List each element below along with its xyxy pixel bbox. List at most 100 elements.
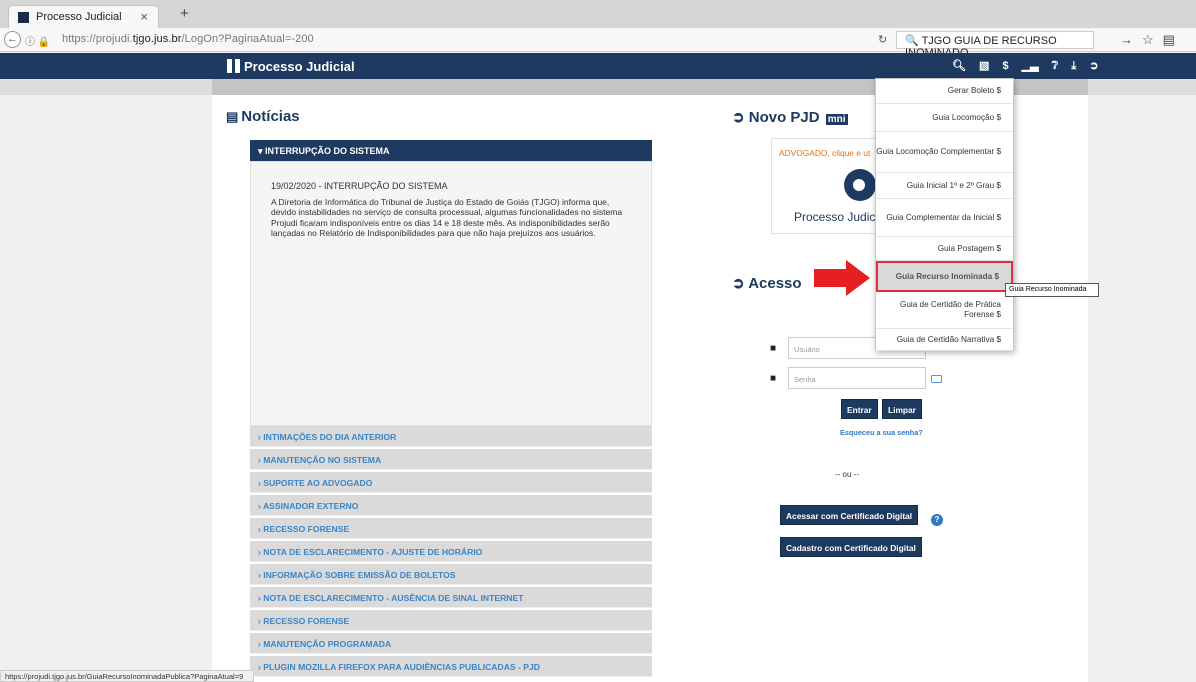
- news-body-text: A Diretoria de Informática do Tribunal d…: [271, 196, 623, 239]
- url-path: /LogOn?PaginaAtual=-200: [181, 33, 314, 45]
- news-list-item[interactable]: › INFORMAÇÃO SOBRE EMISSÃO DE BOLETOS: [250, 564, 652, 585]
- menu-item[interactable]: Guia Complementar da Inicial $: [876, 199, 1013, 237]
- lock-icon: ■: [770, 373, 777, 384]
- menu-item[interactable]: Guia Locomoção Complementar $: [876, 132, 1013, 173]
- login-heading: ➲ Acesso: [732, 275, 802, 292]
- browser-tab[interactable]: Processo Judicial ×: [8, 5, 159, 28]
- tab-title: Processo Judicial: [36, 11, 122, 23]
- clear-button[interactable]: Limpar: [882, 399, 922, 419]
- news-list-item-label: NOTA DE ESCLARECIMENTO - AJUSTE DE HORÁR…: [263, 547, 483, 557]
- cert-register-button[interactable]: Cadastro com Certificado Digital: [780, 537, 922, 557]
- news-item-open-title: INTERRUPÇÃO DO SISTEMA: [265, 146, 390, 156]
- news-list-item-label: INFORMAÇÃO SOBRE EMISSÃO DE BOLETOS: [263, 570, 456, 580]
- logout-icon[interactable]: ➲: [1089, 59, 1098, 72]
- menu-item[interactable]: Guia Postagem $: [876, 237, 1013, 261]
- news-list-item-label: RECESSO FORENSE: [263, 524, 350, 534]
- menu-item-label: Gerar Boleto $: [947, 86, 1001, 95]
- site-favicon-icon: [18, 12, 29, 23]
- news-list-item-label: PLUGIN MOZILLA FIREFOX PARA AUDIÊNCIAS P…: [263, 662, 541, 672]
- mni-badge: mni: [825, 114, 848, 125]
- menu-item-label: Guia de Certidão Narrativa $: [896, 334, 1001, 344]
- news-list-item-label: MANUTENÇÃO NO SISTEMA: [263, 455, 382, 465]
- pjd-logo-text: Processo Judic: [794, 210, 876, 224]
- status-bar-url: https://projudi.tjgo.jus.br/GuiaRecursoI…: [0, 670, 254, 682]
- sub-header-bar: [0, 79, 1196, 95]
- menu-item[interactable]: Guia de Certidão de Prática Forense $: [876, 292, 1013, 329]
- menu-item-label: Guia Recurso Inominada $: [895, 271, 999, 281]
- enter-button[interactable]: Entrar: [841, 399, 878, 419]
- news-list-item-label: RECESSO FORENSE: [263, 616, 350, 626]
- site-title[interactable]: Processo Judicial: [244, 59, 355, 74]
- cert-access-button[interactable]: Acessar com Certificado Digital: [780, 505, 919, 525]
- virtual-keyboard-icon[interactable]: [931, 375, 942, 383]
- news-heading: ▤ Notícias: [226, 108, 300, 125]
- forward-icon[interactable]: →: [1120, 32, 1142, 47]
- news-list-item-label: NOTA DE ESCLARECIMENTO - AUSÊNCIA DE SIN…: [263, 593, 524, 603]
- menu-item-label: Guia Complementar da Inicial $: [886, 212, 1001, 222]
- search-icon[interactable]: 🔍︎: [952, 59, 966, 72]
- menu-item[interactable]: Gerar Boleto $: [876, 79, 1013, 104]
- menu-item-label: Guia Postagem $: [937, 243, 1001, 253]
- tooltip: Guia Recurso Inominada: [1005, 283, 1099, 297]
- news-title: Notícias: [241, 108, 300, 125]
- pjd-logo-icon: [844, 169, 876, 201]
- news-list-item[interactable]: › MANUTENÇÃO NO SISTEMA: [250, 449, 652, 470]
- url-field[interactable]: https://projudi.tjgo.jus.br/LogOn?Pagina…: [62, 33, 314, 45]
- or-separator: -- ou --: [835, 470, 859, 479]
- back-arrow-icon[interactable]: ←: [4, 31, 21, 48]
- guias-dropdown-menu: Gerar Boleto $ Guia Locomoção $ Guia Locom…: [875, 78, 1014, 351]
- dollar-icon[interactable]: $: [1003, 60, 1009, 72]
- url-domain: tjgo.jus.br: [132, 33, 182, 45]
- document-icon[interactable]: ▧: [979, 59, 989, 72]
- secure-lock-icon[interactable]: ⓘ 🔒: [25, 33, 50, 48]
- site-header: Processo Judicial 🔍︎ ▧ $ ▁▃ ❔︎ ⤓ ➲: [0, 53, 1196, 79]
- news-list-item[interactable]: › RECESSO FORENSE: [250, 518, 652, 539]
- forgot-password-link[interactable]: Esqueceu a sua senha?: [840, 428, 923, 437]
- tab-close-icon[interactable]: ×: [140, 9, 148, 24]
- login-title: Acesso: [748, 275, 802, 292]
- news-list-item[interactable]: › RECESSO FORENSE: [250, 610, 652, 631]
- news-item-body: 19/02/2020 - INTERRUPÇÃO DO SISTEMA A Di…: [250, 161, 652, 426]
- menu-item[interactable]: Guia Recurso Inominada $: [876, 261, 1013, 292]
- download-icon[interactable]: ⤓: [1071, 60, 1076, 73]
- red-arrow-annotation: [814, 260, 870, 296]
- help-icon[interactable]: ❔︎: [1052, 60, 1059, 73]
- password-input[interactable]: Senha: [788, 367, 926, 389]
- news-list-item[interactable]: › NOTA DE ESCLARECIMENTO - AJUSTE DE HOR…: [250, 541, 652, 562]
- news-list-item-label: MANUTENÇÃO PROGRAMADA: [263, 639, 392, 649]
- menu-item-label: Guia Inicial 1º e 2º Grau $: [906, 180, 1001, 190]
- menu-item[interactable]: Guia Locomoção $: [876, 104, 1013, 132]
- news-list-item[interactable]: › NOTA DE ESCLARECIMENTO - AUSÊNCIA DE S…: [250, 587, 652, 608]
- browser-toolbar-icons[interactable]: →☆▤: [1120, 32, 1184, 48]
- star-icon[interactable]: ☆: [1142, 32, 1163, 47]
- news-list-item[interactable]: › PLUGIN MOZILLA FIREFOX PARA AUDIÊNCIAS…: [250, 656, 652, 677]
- news-list-item[interactable]: › ASSINADOR EXTERNO: [250, 495, 652, 516]
- left-margin: [0, 95, 212, 682]
- news-list-item-label: ASSINADOR EXTERNO: [262, 501, 359, 511]
- news-date-suffix: - INTERRUPÇÃO DO SISTEMA: [316, 181, 448, 191]
- help-icon-cert[interactable]: ?: [931, 514, 943, 526]
- chart-icon[interactable]: ▁▃: [1022, 59, 1039, 72]
- news-list-item[interactable]: › INTIMAÇÕES DO DIA ANTERIOR: [250, 426, 652, 447]
- news-item-open-header[interactable]: ▾ INTERRUPÇÃO DO SISTEMA: [250, 140, 652, 161]
- menu-item[interactable]: Guia de Certidão Narrativa $: [876, 329, 1013, 351]
- right-margin: [1088, 95, 1196, 682]
- menu-item-label: Guia de Certidão de Prática Forense $: [899, 300, 1001, 319]
- book-logo-icon: [227, 59, 240, 73]
- library-icon[interactable]: ▤: [1163, 32, 1184, 47]
- browser-search-box[interactable]: 🔍 TJGO GUIA DE RECURSO INOMINADO: [896, 31, 1094, 59]
- novo-pjd-title: Novo PJD: [748, 109, 820, 126]
- user-icon: ■: [770, 343, 777, 354]
- browser-tab-bar: Processo Judicial × +: [0, 0, 1196, 28]
- news-date-line: 19/02/2020 - INTERRUPÇÃO DO SISTEMA: [271, 181, 651, 192]
- new-tab-button[interactable]: +: [180, 5, 189, 22]
- news-list-item-label: INTIMAÇÕES DO DIA ANTERIOR: [263, 432, 397, 442]
- pjd-banner[interactable]: ADVOGADO, clique e ut Processo Judic: [771, 138, 877, 234]
- news-list-item[interactable]: › MANUTENÇÃO PROGRAMADA: [250, 633, 652, 654]
- novo-pjd-heading: ➲ Novo PJD mni: [732, 109, 848, 126]
- menu-item[interactable]: Guia Inicial 1º e 2º Grau $: [876, 173, 1013, 199]
- menu-item-label: Guia Locomoção Complementar $: [876, 147, 1001, 156]
- news-list-item[interactable]: › SUPORTE AO ADVOGADO: [250, 472, 652, 493]
- address-bar: ← ⓘ 🔒 https://projudi.tjgo.jus.br/LogOn?…: [0, 28, 1196, 59]
- reload-icon[interactable]: ↻: [878, 33, 887, 46]
